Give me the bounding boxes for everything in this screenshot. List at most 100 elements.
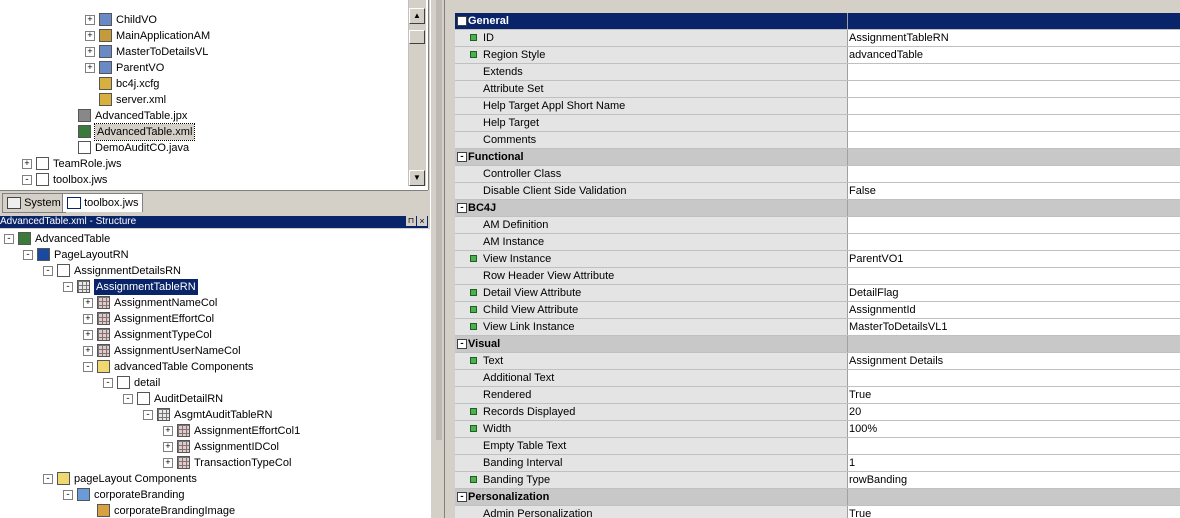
property-row[interactable]: Detail View Attribute DetailFlag <box>455 285 1180 302</box>
property-value[interactable] <box>848 370 1180 386</box>
expand-icon[interactable]: + <box>83 314 93 324</box>
expand-icon[interactable]: + <box>83 330 93 340</box>
collapse-icon[interactable]: - <box>457 152 467 162</box>
collapse-icon[interactable]: - <box>43 474 53 484</box>
expand-icon[interactable]: + <box>22 159 32 169</box>
navigator-item[interactable]: + ChildVO <box>0 12 405 28</box>
structure-item[interactable]: - corporateBranding <box>0 487 428 503</box>
expand-icon[interactable]: + <box>163 458 173 468</box>
structure-item[interactable]: + TransactionTypeCol <box>0 455 428 471</box>
collapse-icon[interactable]: - <box>23 250 33 260</box>
scroll-up-button[interactable]: ▲ <box>409 8 425 24</box>
property-value[interactable]: 1 <box>848 455 1180 471</box>
collapse-icon[interactable]: - <box>143 410 153 420</box>
collapse-icon[interactable]: - <box>103 378 113 388</box>
expand-icon[interactable]: + <box>163 426 173 436</box>
expand-icon[interactable]: + <box>83 346 93 356</box>
property-value[interactable]: 20 <box>848 404 1180 420</box>
structure-item[interactable]: + AssignmentIDCol <box>0 439 428 455</box>
collapse-icon[interactable]: - <box>22 175 32 185</box>
property-row[interactable]: Records Displayed 20 <box>455 404 1180 421</box>
property-row[interactable]: View Instance ParentVO1 <box>455 251 1180 268</box>
property-row[interactable]: AM Instance <box>455 234 1180 251</box>
navigator-item[interactable]: + ParentVO <box>0 60 405 76</box>
pin-icon[interactable]: ⊓ <box>406 216 416 226</box>
navigator-tree[interactable]: + ChildVO + MainApplicationAM + MasterToDetai… <box>0 0 429 190</box>
property-category[interactable]: - General <box>455 13 1180 30</box>
structure-item[interactable]: - pageLayout Components <box>0 471 428 487</box>
property-value[interactable] <box>848 115 1180 131</box>
property-category[interactable]: - Functional <box>455 149 1180 166</box>
navigator-scrollbar[interactable]: ▲ ▼ <box>408 0 426 186</box>
property-row[interactable]: Banding Type rowBanding <box>455 472 1180 489</box>
structure-tree[interactable]: - AdvancedTable - PageLayoutRN - AssignmentDe… <box>0 229 430 518</box>
property-row[interactable]: Width 100% <box>455 421 1180 438</box>
expand-icon[interactable]: + <box>85 63 95 73</box>
collapse-icon[interactable]: - <box>63 490 73 500</box>
property-value[interactable]: True <box>848 387 1180 403</box>
splitter[interactable] <box>430 0 445 518</box>
navigator-item[interactable]: + TeamRole.jws <box>0 156 405 172</box>
expand-icon[interactable]: + <box>85 15 95 25</box>
property-row[interactable]: Attribute Set <box>455 81 1180 98</box>
property-value[interactable] <box>848 234 1180 250</box>
structure-item[interactable]: - AssignmentDetailsRN <box>0 263 428 279</box>
navigator-item[interactable]: AdvancedTable.xml <box>0 123 405 141</box>
structure-item[interactable]: - PageLayoutRN <box>0 247 428 263</box>
property-value[interactable]: AssignmentTableRN <box>848 30 1180 46</box>
property-row[interactable]: Additional Text <box>455 370 1180 387</box>
property-row[interactable]: Rendered True <box>455 387 1180 404</box>
navigator-item[interactable]: + MainApplicationAM <box>0 28 405 44</box>
property-row[interactable]: Controller Class <box>455 166 1180 183</box>
property-value[interactable] <box>848 132 1180 148</box>
collapse-icon[interactable]: - <box>4 234 14 244</box>
property-row[interactable]: Empty Table Text <box>455 438 1180 455</box>
navigator-item[interactable]: bc4j.xcfg <box>0 76 405 92</box>
structure-item[interactable]: - AsgmtAuditTableRN <box>0 407 428 423</box>
structure-item[interactable]: - AuditDetailRN <box>0 391 428 407</box>
structure-item[interactable]: + AssignmentTypeCol <box>0 327 428 343</box>
structure-item[interactable]: + AssignmentEffortCol <box>0 311 428 327</box>
property-row[interactable]: AM Definition <box>455 217 1180 234</box>
structure-item[interactable]: + AssignmentEffortCol1 <box>0 423 428 439</box>
property-row[interactable]: Help Target Appl Short Name <box>455 98 1180 115</box>
property-row[interactable]: Disable Client Side Validation False <box>455 183 1180 200</box>
expand-icon[interactable]: + <box>163 442 173 452</box>
expand-icon[interactable]: + <box>85 31 95 41</box>
navigator-item[interactable]: + MasterToDetailsVL <box>0 44 405 60</box>
property-value[interactable] <box>848 438 1180 454</box>
scroll-thumb[interactable] <box>409 30 425 44</box>
property-value[interactable]: True <box>848 506 1180 518</box>
property-row[interactable]: View Link Instance MasterToDetailsVL1 <box>455 319 1180 336</box>
property-value[interactable] <box>848 166 1180 182</box>
property-value[interactable]: Assignment Details <box>848 353 1180 369</box>
structure-item[interactable]: - AssignmentTableRN <box>0 279 428 295</box>
property-row[interactable]: Comments <box>455 132 1180 149</box>
property-value[interactable]: advancedTable <box>848 47 1180 63</box>
property-row[interactable]: Admin Personalization True <box>455 506 1180 518</box>
property-row[interactable]: Row Header View Attribute <box>455 268 1180 285</box>
navigator-item[interactable]: DemoAuditCO.java <box>0 140 405 156</box>
property-value[interactable]: 100% <box>848 421 1180 437</box>
property-row[interactable]: Child View Attribute AssignmentId <box>455 302 1180 319</box>
collapse-icon[interactable]: - <box>457 492 467 502</box>
expand-icon[interactable]: + <box>83 298 93 308</box>
collapse-icon[interactable]: - <box>83 362 93 372</box>
scroll-down-button[interactable]: ▼ <box>409 170 425 186</box>
property-category[interactable]: - BC4J <box>455 200 1180 217</box>
collapse-icon[interactable]: - <box>123 394 133 404</box>
property-row[interactable]: Help Target <box>455 115 1180 132</box>
property-value[interactable] <box>848 81 1180 97</box>
collapse-icon[interactable]: - <box>43 266 53 276</box>
structure-item[interactable]: + AssignmentNameCol <box>0 295 428 311</box>
navigator-item[interactable]: - toolbox.jws <box>0 172 405 188</box>
tab-system[interactable]: System <box>2 193 66 213</box>
property-value[interactable]: AssignmentId <box>848 302 1180 318</box>
property-category[interactable]: - Personalization <box>455 489 1180 506</box>
splitter-thumb[interactable] <box>436 0 442 440</box>
property-value[interactable]: rowBanding <box>848 472 1180 488</box>
close-icon[interactable]: × <box>417 216 427 226</box>
tab-toolbox[interactable]: toolbox.jws <box>62 193 144 212</box>
collapse-icon[interactable]: - <box>63 282 73 292</box>
navigator-item[interactable]: server.xml <box>0 92 405 108</box>
